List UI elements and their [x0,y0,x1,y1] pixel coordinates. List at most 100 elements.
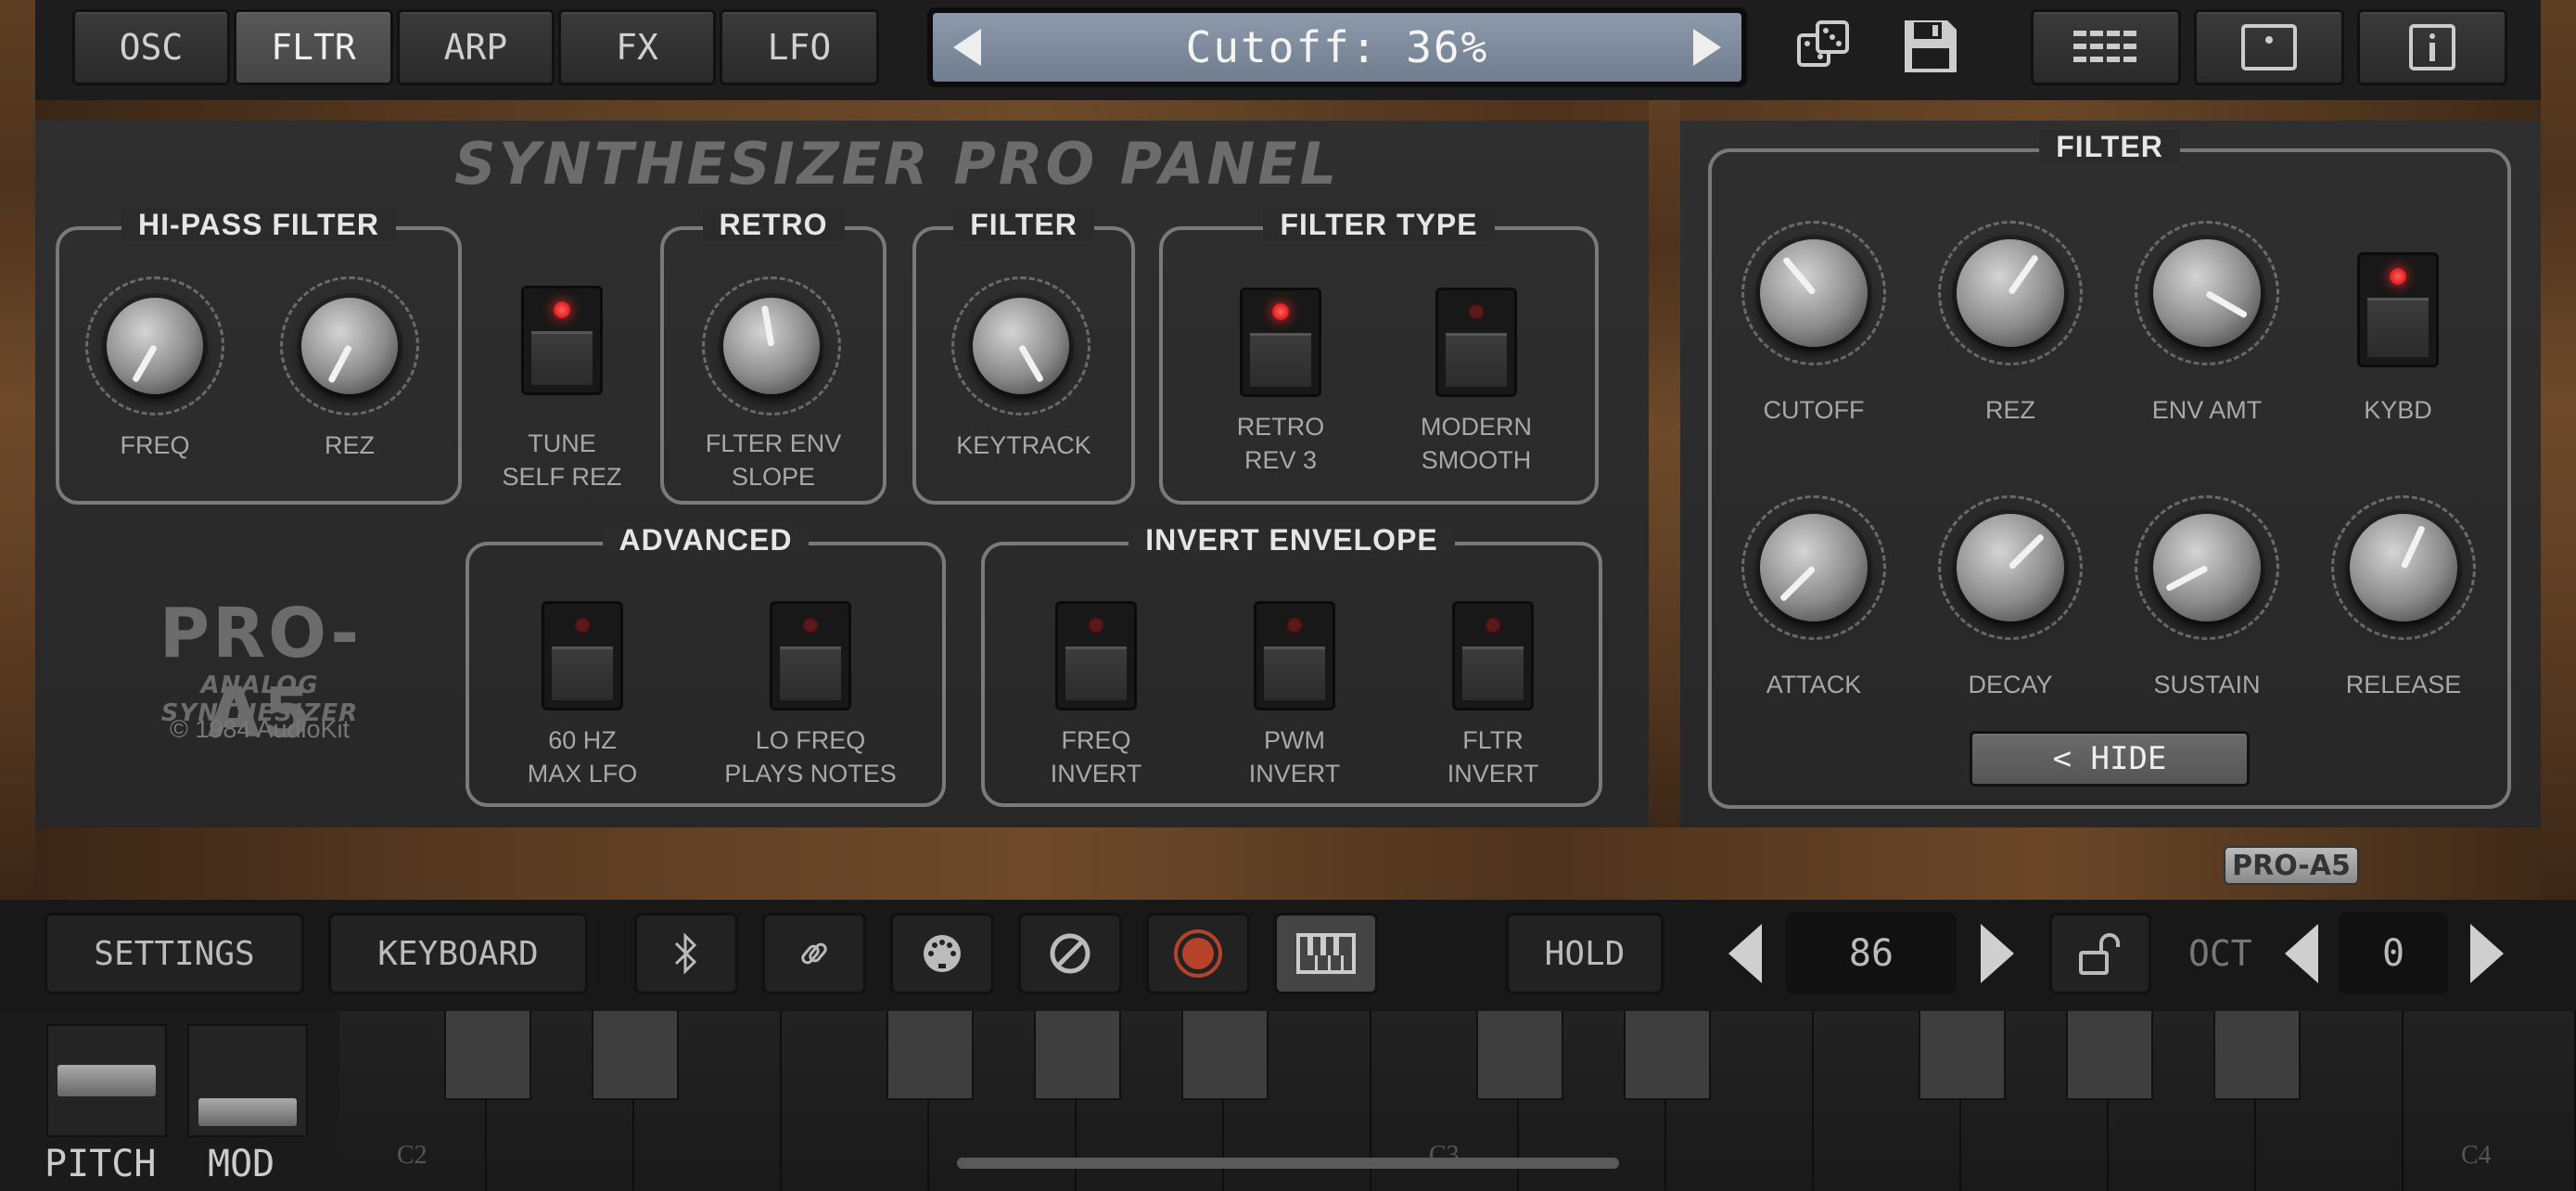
key-label-c2: C2 [397,1141,427,1170]
tab-arp[interactable]: ARP [397,9,555,85]
cutoff-knob[interactable] [1760,239,1868,347]
60hz-led [574,617,591,634]
panic-button[interactable] [1018,913,1122,994]
attack-knob[interactable] [1760,514,1868,621]
tune-self-rez-switch[interactable] [521,286,603,395]
octave-up-icon[interactable] [2470,924,2504,983]
hide-label: < HIDE [2052,740,2167,777]
modern-smooth-label-1: MODERN [1421,413,1532,441]
filter-keytrack-title: FILTER [953,208,1094,241]
bluetooth-button[interactable] [634,913,738,994]
white-key[interactable]: C4 [2404,1011,2576,1191]
octave-down-icon[interactable] [2285,924,2318,983]
velocity-down-icon[interactable] [1728,924,1762,983]
black-key[interactable] [886,1011,974,1100]
hold-button[interactable]: HOLD [1506,913,1664,994]
lo-freq-label-2: PLAYS NOTES [724,760,897,788]
hp-rez-label: REZ [325,431,375,459]
fltr-invert-switch[interactable] [1452,601,1534,711]
link-button[interactable] [762,913,866,994]
wood-band [35,827,2541,900]
release-knob[interactable] [2350,514,2457,621]
tab-fltr[interactable]: FLTR [234,9,393,85]
filter-env-slope-knob[interactable] [723,298,820,394]
tab-osc-label: OSC [119,27,184,68]
pitch-wheel[interactable] [46,1024,167,1137]
tab-lfo-label: LFO [767,27,832,68]
midi-button[interactable] [890,913,994,994]
lo-freq-led [802,617,819,634]
record-button[interactable] [1146,913,1250,994]
black-key[interactable] [592,1011,679,1100]
fltr-invert-led [1485,617,1501,634]
kybd-switch[interactable] [2357,252,2439,367]
black-key[interactable] [2213,1011,2301,1100]
tab-osc[interactable]: OSC [72,9,230,85]
velocity-up-icon[interactable] [1981,924,2014,983]
square-dot-icon [2241,24,2297,70]
black-key[interactable] [444,1011,531,1100]
parameter-display-text: Cutoff: 36% [1185,22,1489,72]
black-key[interactable] [1919,1011,2006,1100]
piano-view-button[interactable] [1274,913,1378,994]
filter-type-title: FILTER TYPE [1263,208,1495,241]
keytrack-knob[interactable] [973,298,1069,394]
record-icon [1174,929,1222,978]
hi-pass-title: HI-PASS FILTER [121,208,396,241]
tab-fx-label: FX [616,27,658,68]
lock-button[interactable] [2049,913,2151,994]
view-toggle-button[interactable] [2194,9,2344,85]
fltr-invert-label-2: INVERT [1447,760,1539,788]
save-icon[interactable] [1901,17,1960,76]
retro-title: RETRO [702,208,845,241]
tab-lfo[interactable]: LFO [720,9,879,85]
env-amt-knob[interactable] [2153,239,2261,347]
hp-rez-knob[interactable] [301,298,398,394]
advanced-title: ADVANCED [602,523,810,557]
attack-label: ATTACK [1766,671,1862,698]
black-key[interactable] [1181,1011,1269,1100]
black-key[interactable] [1476,1011,1563,1100]
next-param-arrow-icon[interactable] [1693,29,1721,66]
dice-icon[interactable] [1795,19,1853,76]
info-icon [2409,24,2455,70]
tab-fx[interactable]: FX [558,9,716,85]
keytrack-label: KEYTRACK [956,431,1091,459]
pitch-label: PITCH [45,1143,157,1185]
black-key[interactable] [1624,1011,1711,1100]
pwm-invert-switch[interactable] [1254,601,1335,711]
60hz-max-lfo-switch[interactable] [542,601,623,711]
retro-rev3-switch[interactable] [1240,288,1321,397]
freq-invert-switch[interactable] [1055,601,1137,711]
copyright-text: © 1984 AudioKit [169,715,351,743]
prev-param-arrow-icon[interactable] [953,29,981,66]
pro-a5-badge: PRO-A5 [2224,846,2359,885]
hp-freq-knob[interactable] [107,298,203,394]
retro-rev3-label-1: RETRO [1236,413,1325,441]
modern-smooth-switch[interactable] [1435,288,1517,397]
page-title: SYNTHESIZER PRO PANEL [454,130,1340,198]
black-key[interactable] [1034,1011,1121,1100]
tune-label-2: SELF REZ [502,463,622,491]
sustain-knob[interactable] [2153,514,2261,621]
top-wood-strip [35,100,2541,121]
release-label: RELEASE [2345,671,2462,698]
keyboard-button[interactable]: KEYBOARD [328,913,588,994]
bluetooth-icon [674,932,697,975]
black-key[interactable] [2066,1011,2153,1100]
info-button[interactable] [2357,9,2507,85]
tune-label-1: TUNE [528,429,596,457]
settings-label: SETTINGS [94,934,255,973]
decay-knob[interactable] [1957,514,2064,621]
cutoff-label: CUTOFF [1763,396,1865,424]
lo-freq-plays-notes-switch[interactable] [770,601,851,711]
home-indicator [957,1158,1619,1169]
rez-knob[interactable] [1957,239,2064,347]
hide-button[interactable]: < HIDE [1970,731,2250,787]
mod-wheel[interactable] [187,1024,308,1137]
kybd-led [2390,268,2406,285]
invert-envelope-title: INVERT ENVELOPE [1129,523,1455,557]
settings-button[interactable]: SETTINGS [45,913,304,994]
presets-grid-button[interactable] [2031,9,2181,85]
pro-a5-badge-text: PRO-A5 [2232,849,2351,882]
